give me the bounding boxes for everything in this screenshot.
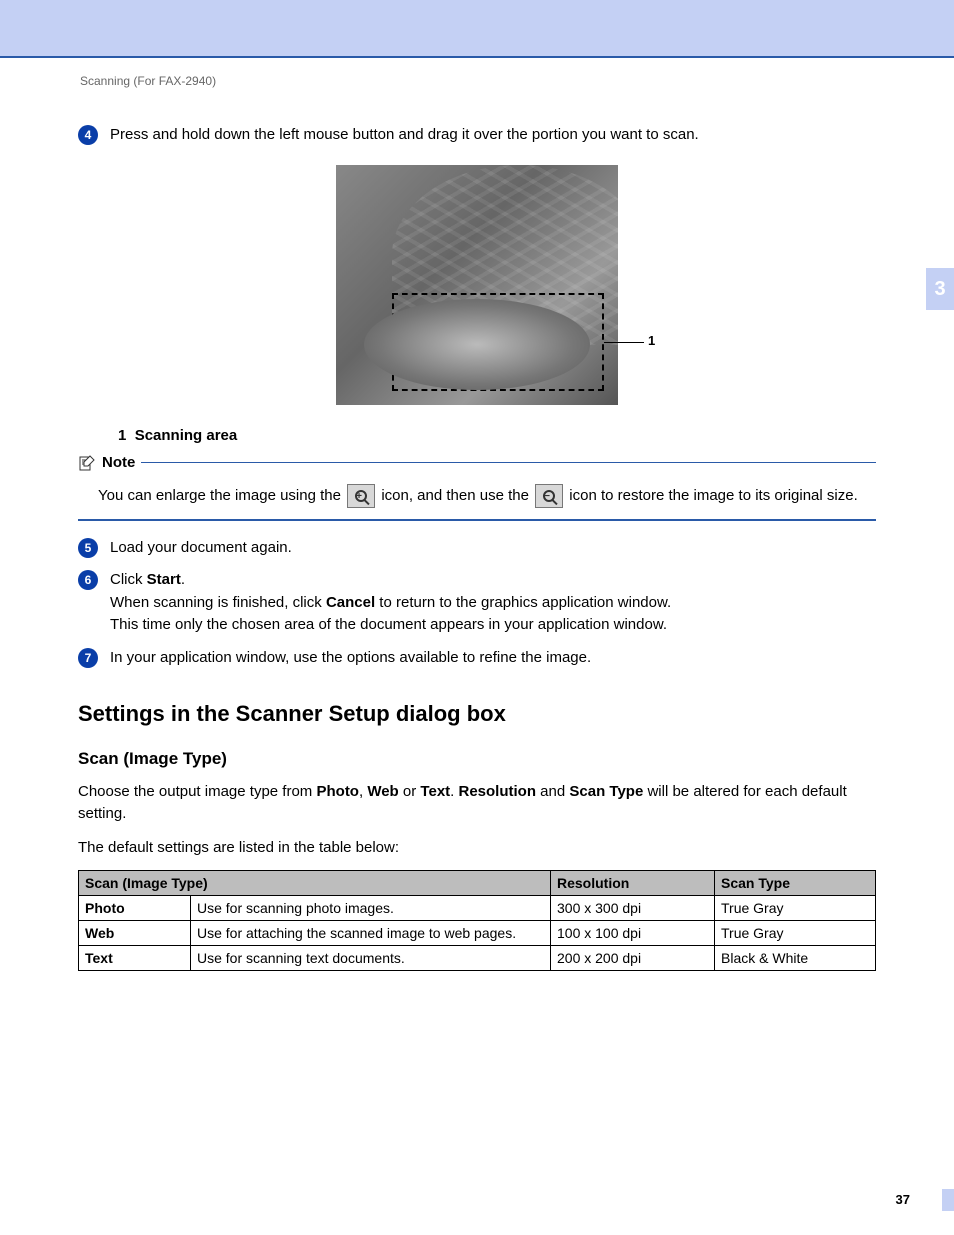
note-text-a: You can enlarge the image using the: [98, 487, 345, 504]
row-name: Web: [79, 921, 191, 946]
th-scan-type: Scan Type: [715, 871, 876, 896]
p1-web: Web: [367, 783, 398, 800]
note-body: You can enlarge the image using the + ic…: [78, 476, 876, 521]
step-4-text: Press and hold down the left mouse butto…: [110, 124, 876, 147]
note-block: Note You can enlarge the image using the…: [78, 454, 876, 521]
step-number-badge: 5: [78, 538, 98, 558]
figure-caption: 1 Scanning area: [118, 427, 876, 444]
p1-a: Choose the output image type from: [78, 783, 316, 800]
th-resolution: Resolution: [551, 871, 715, 896]
settings-table: Scan (Image Type) Resolution Scan Type P…: [78, 870, 876, 971]
p1-c3: .: [450, 783, 458, 800]
row-name: Text: [79, 946, 191, 971]
paragraph-2: The default settings are listed in the t…: [78, 837, 876, 859]
step-6: 6 Click Start. When scanning is finished…: [78, 569, 876, 637]
step-6-line2c: to return to the graphics application wi…: [375, 594, 671, 611]
zoom-in-icon: +: [347, 484, 375, 508]
th-image-type: Scan (Image Type): [79, 871, 551, 896]
note-rule: [141, 462, 876, 463]
row-name: Photo: [79, 896, 191, 921]
row-desc: Use for attaching the scanned image to w…: [191, 921, 551, 946]
scan-preview-image: [336, 165, 618, 405]
callout-number: 1: [648, 333, 655, 348]
step-7-text: In your application window, use the opti…: [110, 647, 876, 670]
zoom-out-icon: −: [535, 484, 563, 508]
table-header-row: Scan (Image Type) Resolution Scan Type: [79, 871, 876, 896]
row-type: True Gray: [715, 921, 876, 946]
p1-photo: Photo: [316, 783, 359, 800]
note-text-c: icon to restore the image to its origina…: [569, 487, 857, 504]
step-6-line2a: When scanning is finished, click: [110, 594, 326, 611]
p1-scantype: Scan Type: [569, 783, 643, 800]
step-5: 5 Load your document again.: [78, 537, 876, 560]
top-header-bar: [0, 0, 954, 56]
chapter-tab: 3: [926, 268, 954, 310]
callout-leader-line: [604, 342, 644, 343]
page-number-tab: [942, 1189, 954, 1211]
row-desc: Use for scanning text documents.: [191, 946, 551, 971]
note-text-b: icon, and then use the: [381, 487, 533, 504]
subsection-heading: Scan (Image Type): [78, 749, 876, 769]
step-6-cancel: Cancel: [326, 594, 375, 611]
row-res: 200 x 200 dpi: [551, 946, 715, 971]
p1-text: Text: [420, 783, 450, 800]
note-label: Note: [102, 454, 135, 471]
note-icon: [78, 454, 96, 472]
running-header: Scanning (For FAX-2940): [80, 74, 876, 88]
step-6-line3: This time only the chosen area of the do…: [110, 616, 667, 633]
scanning-area-selection: [392, 293, 604, 391]
caption-number: 1: [118, 427, 126, 444]
row-desc: Use for scanning photo images.: [191, 896, 551, 921]
row-type: True Gray: [715, 896, 876, 921]
step-6-line1c: .: [181, 571, 185, 588]
caption-text: Scanning area: [135, 427, 238, 444]
step-7: 7 In your application window, use the op…: [78, 647, 876, 670]
step-number-badge: 4: [78, 125, 98, 145]
step-number-badge: 6: [78, 570, 98, 590]
table-row: Text Use for scanning text documents. 20…: [79, 946, 876, 971]
step-6-text: Click Start. When scanning is finished, …: [110, 569, 876, 637]
p1-c2: or: [399, 783, 421, 800]
table-row: Photo Use for scanning photo images. 300…: [79, 896, 876, 921]
row-res: 100 x 100 dpi: [551, 921, 715, 946]
page-number: 37: [896, 1192, 910, 1207]
row-res: 300 x 300 dpi: [551, 896, 715, 921]
step-number-badge: 7: [78, 648, 98, 668]
figure-container: 1: [78, 165, 876, 409]
step-5-text: Load your document again.: [110, 537, 876, 560]
table-row: Web Use for attaching the scanned image …: [79, 921, 876, 946]
p1-c4: and: [536, 783, 569, 800]
section-heading: Settings in the Scanner Setup dialog box: [78, 701, 876, 727]
row-type: Black & White: [715, 946, 876, 971]
paragraph-1: Choose the output image type from Photo,…: [78, 781, 876, 825]
step-6-line1a: Click: [110, 571, 147, 588]
step-6-start: Start: [147, 571, 181, 588]
header-rule: [0, 56, 954, 58]
step-4: 4 Press and hold down the left mouse but…: [78, 124, 876, 147]
p1-resolution: Resolution: [459, 783, 537, 800]
